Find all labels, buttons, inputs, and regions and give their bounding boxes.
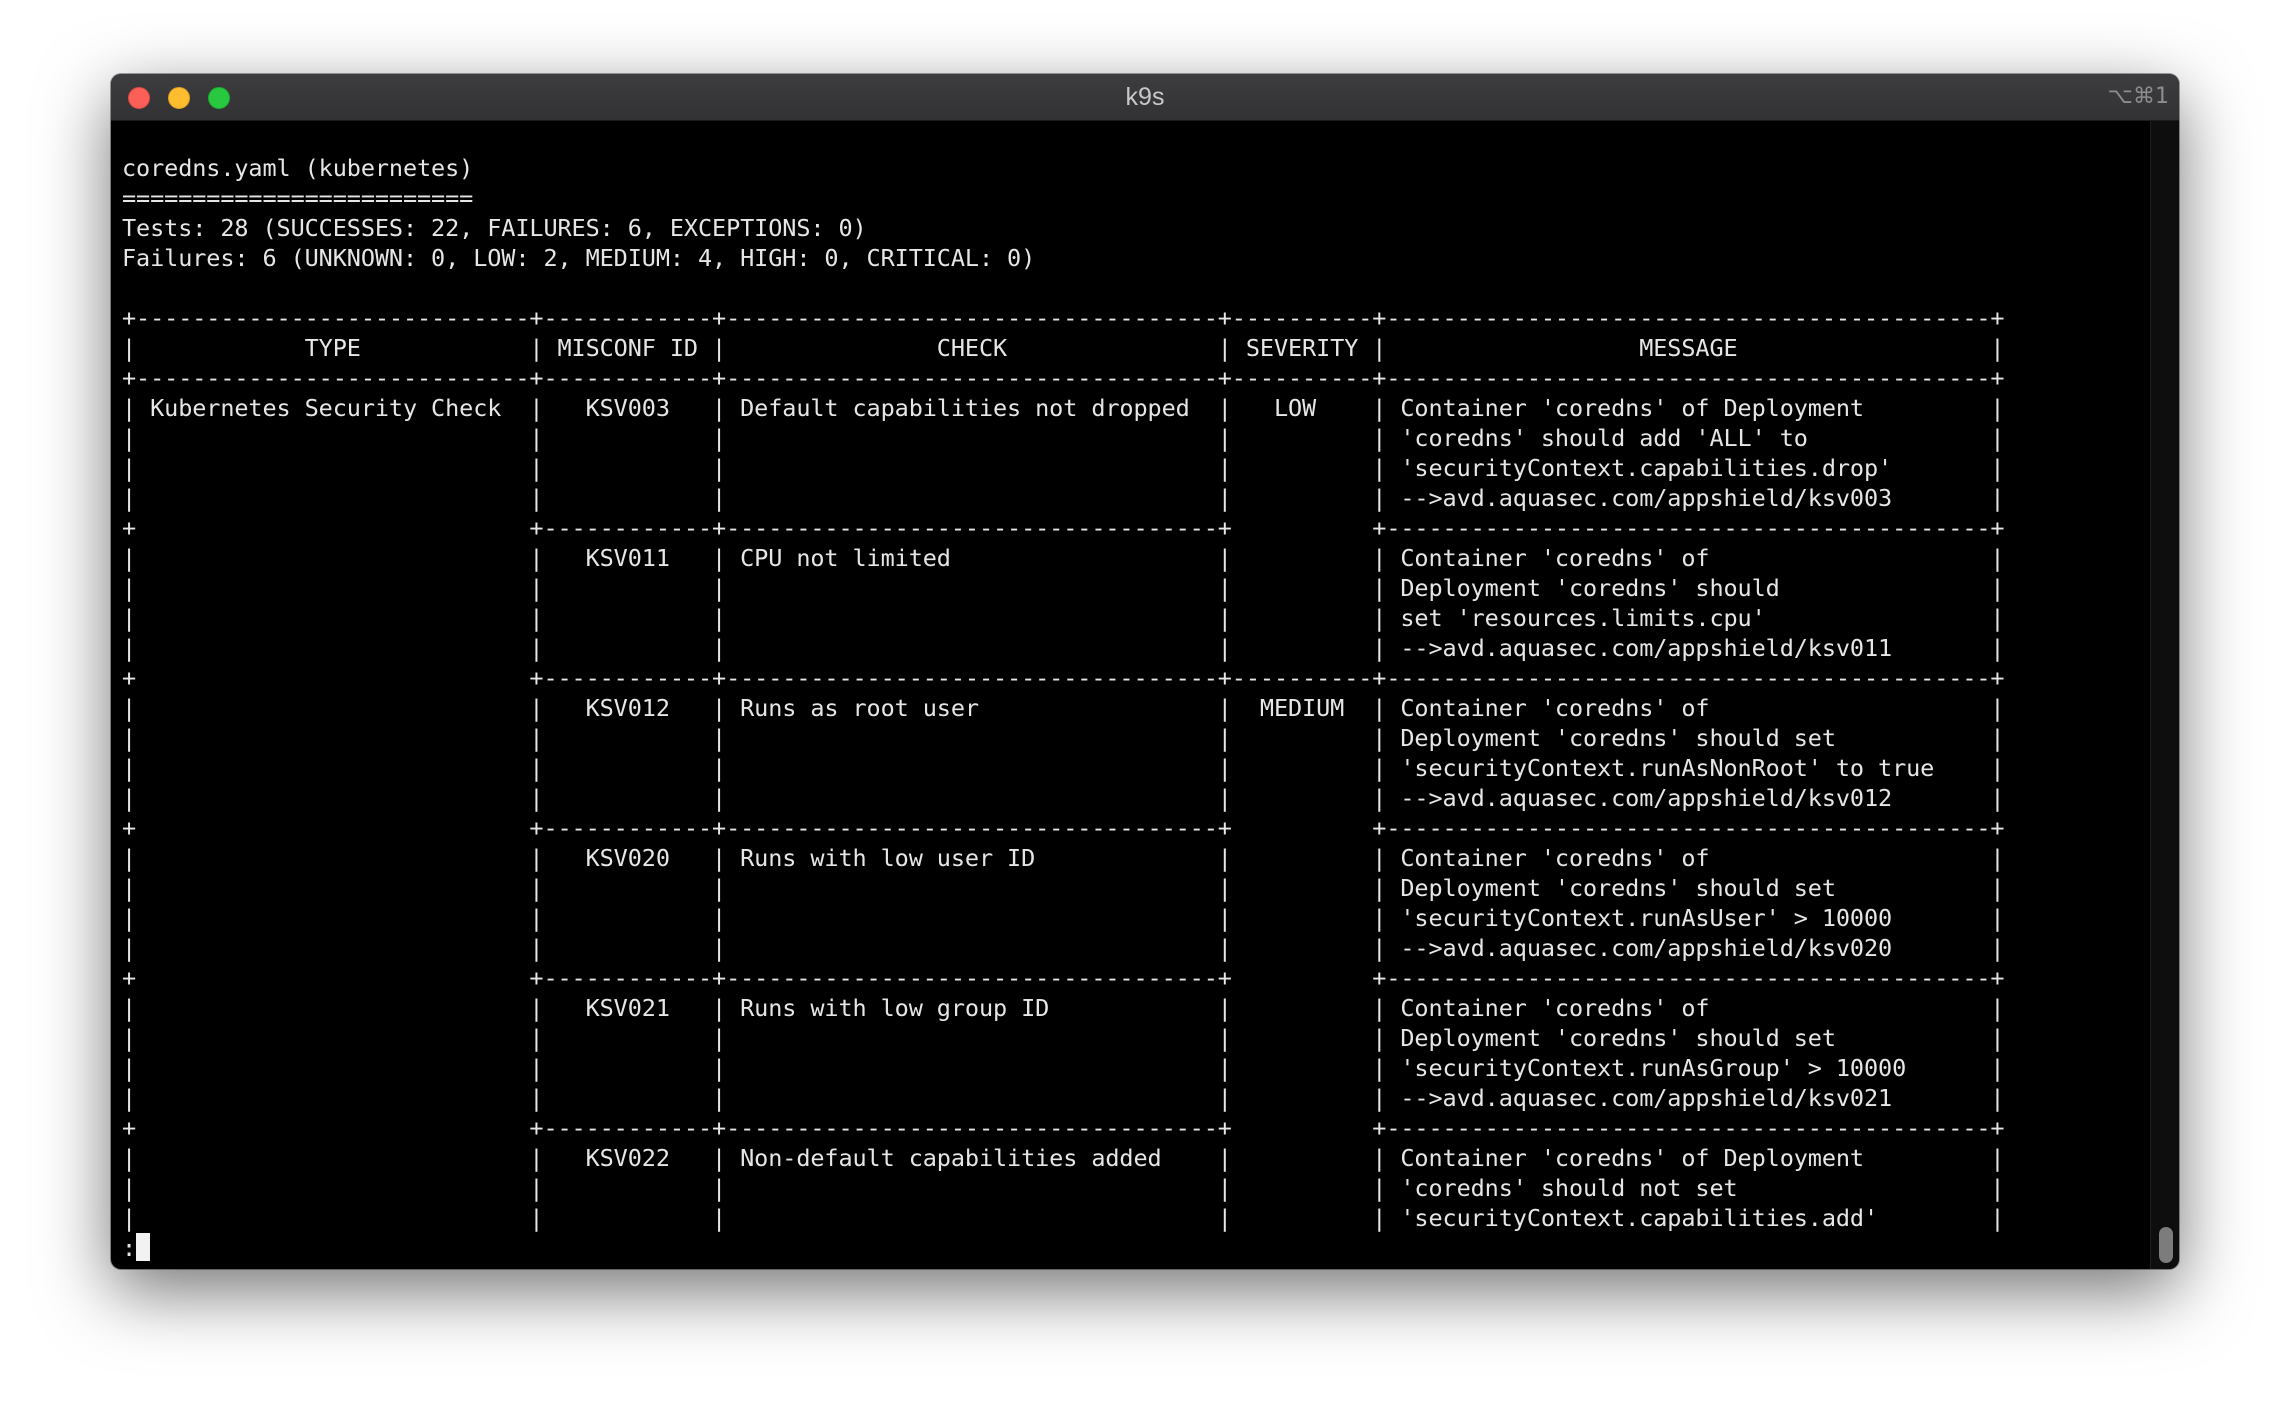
terminal-line: + +------------+------------------------… bbox=[122, 964, 2005, 992]
terminal-line: | | KSV020 | Runs with low user ID | | C… bbox=[122, 844, 2005, 872]
terminal-line: | | KSV012 | Runs as root user | MEDIUM … bbox=[122, 694, 2005, 722]
terminal-line: | TYPE | MISCONF ID | CHECK | SEVERITY |… bbox=[122, 334, 2005, 362]
terminal-line: + +------------+------------------------… bbox=[122, 514, 2005, 542]
terminal-line: | | | | | 'securityContext.runAsGroup' >… bbox=[122, 1054, 2005, 1082]
terminal-line: Tests: 28 (SUCCESSES: 22, FAILURES: 6, E… bbox=[122, 214, 867, 242]
terminal-line: | | | | | 'coredns' should not set | bbox=[122, 1174, 2005, 1202]
scrollbar[interactable] bbox=[2150, 121, 2179, 1269]
terminal-line: | Kubernetes Security Check | KSV003 | D… bbox=[122, 394, 2005, 422]
terminal-line: | | KSV022 | Non-default capabilities ad… bbox=[122, 1144, 2005, 1172]
terminal-line: | | | | | -->avd.aquasec.com/appshield/k… bbox=[122, 934, 2005, 962]
terminal-line: | | | | | Deployment 'coredns' should | bbox=[122, 574, 2005, 602]
terminal-line: + +------------+------------------------… bbox=[122, 1114, 2005, 1142]
window-title: k9s bbox=[1125, 83, 1165, 111]
scrollbar-thumb[interactable] bbox=[2159, 1227, 2173, 1263]
terminal-line: | | | | | 'securityContext.capabilities.… bbox=[122, 454, 2005, 482]
terminal-line: ========================= bbox=[122, 184, 474, 212]
terminal-line: +----------------------------+----------… bbox=[122, 304, 2005, 332]
terminal-line: | | | | | set 'resources.limits.cpu' | bbox=[122, 604, 2005, 632]
terminal-line: | | KSV021 | Runs with low group ID | | … bbox=[122, 994, 2005, 1022]
terminal-line: | | | | | Deployment 'coredns' should se… bbox=[122, 1024, 2005, 1052]
terminal-line: | | | | | Deployment 'coredns' should se… bbox=[122, 724, 2005, 752]
terminal-line: + +------------+------------------------… bbox=[122, 814, 2005, 842]
terminal-line: | | | | | -->avd.aquasec.com/appshield/k… bbox=[122, 634, 2005, 662]
command-prompt[interactable]: : bbox=[122, 1233, 2004, 1263]
terminal-output[interactable]: coredns.yaml (kubernetes) ===============… bbox=[122, 153, 2005, 1263]
terminal-line: + +------------+------------------------… bbox=[122, 664, 2005, 692]
terminal-line: | | | | | Deployment 'coredns' should se… bbox=[122, 874, 2005, 902]
text-cursor bbox=[136, 1233, 151, 1261]
terminal-line: Failures: 6 (UNKNOWN: 0, LOW: 2, MEDIUM:… bbox=[122, 244, 1036, 272]
prompt-symbol: : bbox=[122, 1234, 137, 1262]
terminal-line: +----------------------------+----------… bbox=[122, 364, 2005, 392]
terminal-line: | | | | | -->avd.aquasec.com/appshield/k… bbox=[122, 784, 2005, 812]
terminal-window: k9s ⌥⌘1 coredns.yaml (kubernetes) =======… bbox=[111, 74, 2179, 1269]
terminal-line: | | | | | 'securityContext.runAsUser' > … bbox=[122, 904, 2005, 932]
terminal-line: | | | | | 'securityContext.runAsNonRoot'… bbox=[122, 754, 2005, 782]
window-shortcut-label: ⌥⌘1 bbox=[2107, 84, 2169, 109]
terminal-line: | | | | | -->avd.aquasec.com/appshield/k… bbox=[122, 484, 2005, 512]
terminal-line: | | | | | 'securityContext.capabilities.… bbox=[122, 1204, 2005, 1232]
title-bar: k9s ⌥⌘1 bbox=[111, 74, 2179, 121]
terminal-line: | | KSV011 | CPU not limited | | Contain… bbox=[122, 544, 2005, 572]
terminal-line: | | | | | 'coredns' should add 'ALL' to … bbox=[122, 424, 2005, 452]
terminal-line: coredns.yaml (kubernetes) bbox=[122, 154, 474, 182]
terminal-line: | | | | | -->avd.aquasec.com/appshield/k… bbox=[122, 1084, 2005, 1112]
